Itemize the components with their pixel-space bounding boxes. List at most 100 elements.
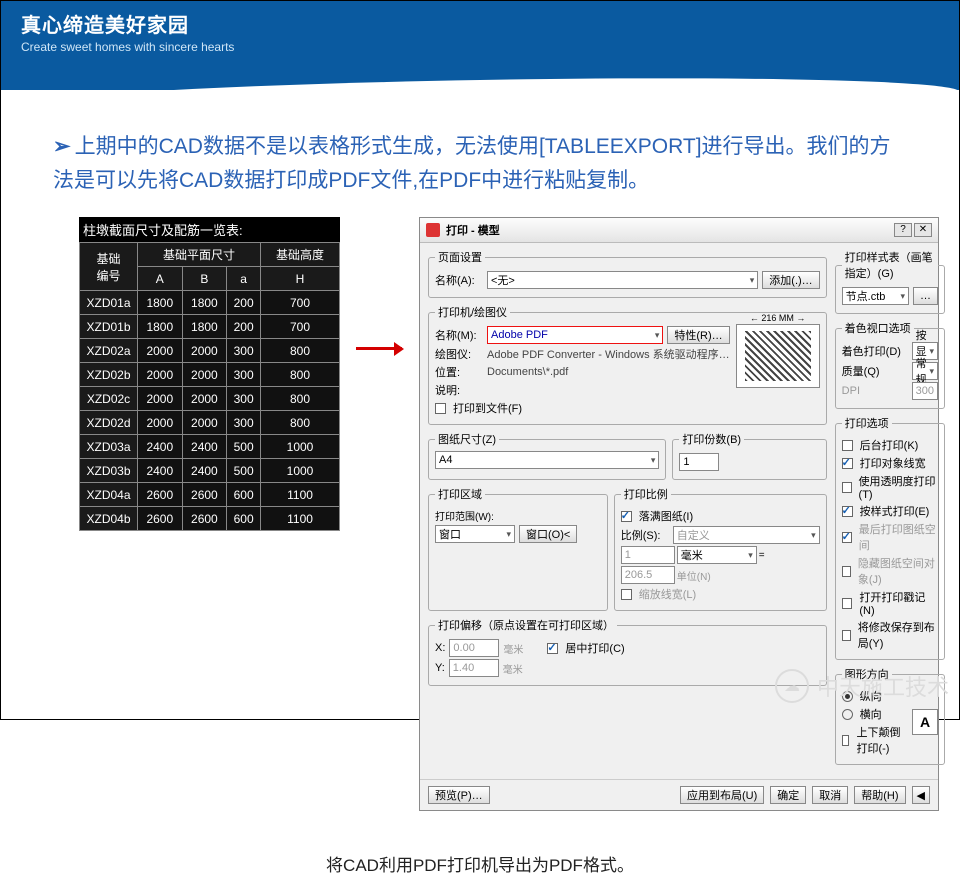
opt-lineweight-checkbox[interactable] [842,458,853,469]
page-setup-group: 页面设置 名称(A): <无> 添加(.)… [428,249,827,298]
close-icon[interactable]: ✕ [914,223,932,237]
landscape-radio[interactable] [842,709,853,720]
offset-x-input[interactable]: 0.00 [449,639,499,657]
banner-en: Create sweet homes with sincere hearts [21,40,939,54]
watermark: ☁ 中天施工技术 [775,669,949,703]
table-row: XZD02b20002000300800 [80,363,340,387]
main-note: ➢上期中的CAD数据不是以表格形式生成，无法使用[TABLEEXPORT]进行导… [1,90,959,207]
cad-table: 基础 编号 基础平面尺寸 基础高度 A B a H XZD01a18001800… [79,242,340,531]
opt-background-checkbox[interactable] [842,440,853,451]
note-text: 上期中的CAD数据不是以表格形式生成，无法使用[TABLEEXPORT]进行导出… [53,135,891,192]
table-row: XZD02d20002000300800 [80,411,340,435]
table-row: XZD04a260026006001100 [80,483,340,507]
table-row: XZD04b260026006001100 [80,507,340,531]
table-row: XZD01b18001800200700 [80,315,340,339]
plot-style-group: 打印样式表（画笔指定）(G) 节点.ctb… [835,249,945,314]
dpi-input[interactable]: 300 [912,382,938,400]
page-name-label: 名称(A): [435,272,483,288]
page-setup-legend: 页面设置 [435,249,485,265]
add-page-setup-button[interactable]: 添加(.)… [762,271,819,289]
offset-group: 打印偏移（原点设置在可打印区域） X: 0.00 毫米 居中打印(C) Y: 1… [428,617,827,686]
window-button[interactable]: 窗口(O)< [519,525,577,543]
scale-num-input[interactable]: 1 [621,546,675,564]
range-label: 打印范围(W): [435,508,494,523]
edit-style-button[interactable]: … [913,287,938,305]
shade-label: 着色打印(D) [842,343,908,359]
help-button[interactable]: 帮助(H) [854,786,905,804]
orientation-icon: A [912,709,938,735]
help-icon[interactable]: ? [894,223,912,237]
dialog-title: 打印 - 模型 [446,222,888,238]
apply-layout-button[interactable]: 应用到布局(U) [680,786,764,804]
expand-button[interactable]: ◀ [912,786,930,804]
cad-table-wrap: 柱墩截面尺寸及配筋一览表: 基础 编号 基础平面尺寸 基础高度 A B a H … [79,217,340,531]
printer-legend: 打印机/绘图仪 [435,304,510,320]
scale-legend: 打印比例 [621,486,671,502]
paper-size-group: 图纸尺寸(Z) A4 [428,431,666,480]
plotter-label: 绘图仪: [435,346,483,362]
opt-plotstamp-checkbox[interactable] [842,598,853,609]
copies-spinner[interactable]: 1 [679,453,719,471]
offset-x-label: X: [435,642,445,654]
printer-group: 打印机/绘图仪 名称(M): Adobe PDF 特性(R)… 绘图仪:Adob… [428,304,827,425]
opt-transparency-checkbox[interactable] [842,482,852,493]
table-row: XZD02a20002000300800 [80,339,340,363]
dpi-label: DPI [842,385,908,397]
banner-cn: 真心缔造美好家园 [21,9,939,38]
table-row: XZD02c20002000300800 [80,387,340,411]
scale-unit-select[interactable]: 毫米 [677,546,757,564]
plot-style-select[interactable]: 节点.ctb [842,287,909,305]
opt-save-layout-checkbox[interactable] [842,630,851,641]
center-checkbox[interactable] [547,643,558,654]
col-a: a [227,267,261,291]
scale-select[interactable]: 自定义 [673,526,820,544]
opt-paperspace-last-checkbox[interactable] [842,532,852,543]
plotter-value: Adobe PDF Converter - Windows 系统驱动程序… [487,346,730,362]
plot-area-legend: 打印区域 [435,486,485,502]
ok-button[interactable]: 确定 [770,786,806,804]
cancel-button[interactable]: 取消 [812,786,848,804]
paper-size-legend: 图纸尺寸(Z) [435,431,499,447]
table-row: XZD03b240024005001000 [80,459,340,483]
options-legend: 打印选项 [842,415,892,431]
banner-wave [1,60,959,90]
printer-name-label: 名称(M): [435,327,483,343]
fit-to-paper-label: 落满图纸(I) [639,508,693,524]
offset-legend: 打印偏移（原点设置在可打印区域） [435,617,617,633]
quality-label: 质量(Q) [842,363,908,379]
scale-den-input[interactable]: 206.5 [621,566,675,584]
cad-table-title: 柱墩截面尺寸及配筋一览表: [79,217,340,242]
opt-bystyle-checkbox[interactable] [842,506,853,517]
quality-select[interactable]: 常规 [912,362,938,380]
col-B: B [182,267,227,291]
paper-size-select[interactable]: A4 [435,451,659,469]
desc-label: 说明: [435,382,483,398]
printer-name-select[interactable]: Adobe PDF [487,326,663,344]
col-id: 基础 编号 [80,243,138,291]
page-name-select[interactable]: <无> [487,271,758,289]
plot-range-select[interactable]: 窗口 [435,525,515,543]
dialog-titlebar[interactable]: 打印 - 模型 ? ✕ [420,218,938,243]
opt-hide-paperspace-checkbox[interactable] [842,566,851,577]
scale-lineweight-checkbox[interactable] [621,589,632,600]
red-arrow [354,217,405,350]
printer-properties-button[interactable]: 特性(R)… [667,326,729,344]
center-label: 居中打印(C) [565,640,624,656]
print-to-file-checkbox[interactable] [435,403,446,414]
table-row: XZD01a18001800200700 [80,291,340,315]
location-label: 位置: [435,364,483,380]
caption-text: 将CAD利用PDF打印机导出为PDF格式。 [1,851,959,876]
col-height: 基础高度 [261,243,340,267]
fit-to-paper-checkbox[interactable] [621,511,632,522]
banner: 真心缔造美好家园 Create sweet homes with sincere… [1,1,959,60]
preview-button[interactable]: 预览(P)… [428,786,490,804]
upside-label: 上下颠倒打印(-) [856,724,906,756]
col-plan: 基础平面尺寸 [138,243,261,267]
wechat-icon: ☁ [775,669,809,703]
viewport-group: 着色视口选项 着色打印(D)按显示 质量(Q)常规 DPI300 [835,320,945,409]
table-row: XZD03a240024005001000 [80,435,340,459]
offset-y-input[interactable]: 1.40 [449,659,499,677]
options-group: 打印选项 后台打印(K) 打印对象线宽 使用透明度打印(T) 按样式打印(E) … [835,415,945,660]
col-A: A [138,267,183,291]
upside-checkbox[interactable] [842,735,850,746]
